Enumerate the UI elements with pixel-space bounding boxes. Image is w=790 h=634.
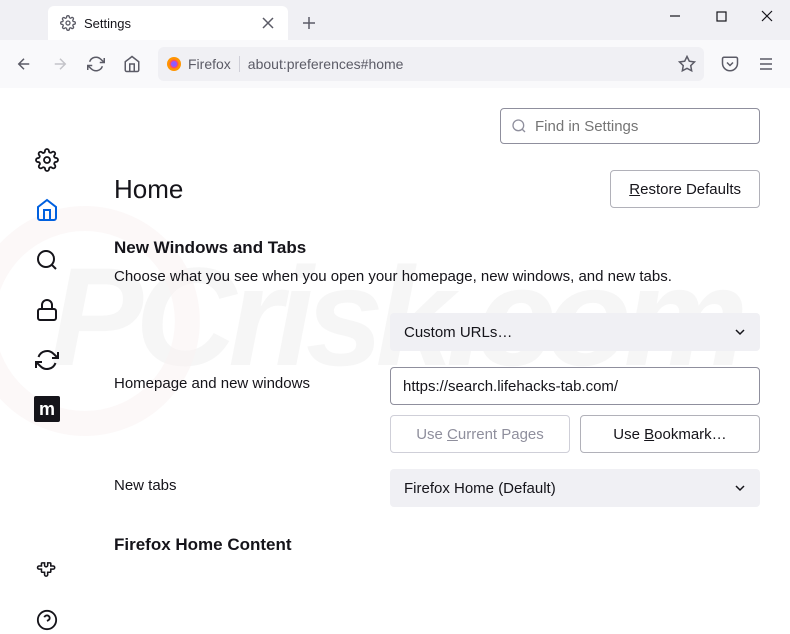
bookmark-star-icon[interactable] xyxy=(678,55,696,73)
chevron-down-icon xyxy=(734,482,746,494)
sidebar-item-general[interactable] xyxy=(33,146,61,174)
sidebar-item-extensions[interactable] xyxy=(33,556,61,584)
urlbar-identity: Firefox xyxy=(166,56,240,72)
urlbar-text: about:preferences#home xyxy=(248,56,404,72)
maximize-button[interactable] xyxy=(698,0,744,32)
homepage-url-input[interactable] xyxy=(390,367,760,405)
search-icon xyxy=(511,118,527,134)
firefox-icon xyxy=(166,56,182,72)
forward-button[interactable] xyxy=(44,48,76,80)
newtabs-label: New tabs xyxy=(114,469,374,494)
homepage-label xyxy=(114,313,374,321)
new-tab-button[interactable] xyxy=(294,8,324,38)
toolbar: Firefox about:preferences#home xyxy=(0,40,790,88)
use-bookmark-button[interactable]: Use Bookmark… xyxy=(580,415,760,453)
close-window-button[interactable] xyxy=(744,0,790,32)
main: Home Restore Defaults New Windows and Ta… xyxy=(94,88,790,634)
tab-title: Settings xyxy=(84,16,131,31)
chevron-down-icon xyxy=(734,326,746,338)
pocket-button[interactable] xyxy=(714,48,746,80)
sidebar-item-mozilla[interactable]: m xyxy=(34,396,60,422)
newtabs-select-value: Firefox Home (Default) xyxy=(404,480,556,497)
app-menu-button[interactable] xyxy=(750,48,782,80)
content: m Home Restore Defaults New Windows and … xyxy=(0,88,790,634)
minimize-button[interactable] xyxy=(652,0,698,32)
gear-icon xyxy=(60,15,76,31)
homepage-select[interactable]: Custom URLs… xyxy=(390,313,760,351)
section-description: Choose what you see when you open your h… xyxy=(114,268,760,285)
window-controls xyxy=(652,0,790,40)
sidebar-item-home[interactable] xyxy=(33,196,61,224)
sidebar: m xyxy=(0,88,94,634)
use-current-pages-button[interactable]: Use Current Pages xyxy=(390,415,570,453)
tab-settings[interactable]: Settings xyxy=(48,6,288,40)
sidebar-item-search[interactable] xyxy=(33,246,61,274)
restore-defaults-button[interactable]: Restore Defaults xyxy=(610,170,760,208)
sidebar-item-sync[interactable] xyxy=(33,346,61,374)
homepage-select-value: Custom URLs… xyxy=(404,324,512,341)
sidebar-item-privacy[interactable] xyxy=(33,296,61,324)
section-title: New Windows and Tabs xyxy=(114,238,760,258)
search-input[interactable] xyxy=(500,108,760,144)
back-button[interactable] xyxy=(8,48,40,80)
urlbar[interactable]: Firefox about:preferences#home xyxy=(158,47,704,81)
reload-button[interactable] xyxy=(80,48,112,80)
search-field[interactable] xyxy=(535,118,749,135)
page-title: Home xyxy=(114,174,183,205)
newtabs-select[interactable]: Firefox Home (Default) xyxy=(390,469,760,507)
close-icon[interactable] xyxy=(258,13,278,33)
homepage-label-text: Homepage and new windows xyxy=(114,367,374,392)
titlebar: Settings xyxy=(0,0,790,40)
home-button[interactable] xyxy=(116,48,148,80)
sidebar-item-help[interactable] xyxy=(33,606,61,634)
section-title-2: Firefox Home Content xyxy=(114,535,760,555)
urlbar-identity-label: Firefox xyxy=(188,56,231,72)
